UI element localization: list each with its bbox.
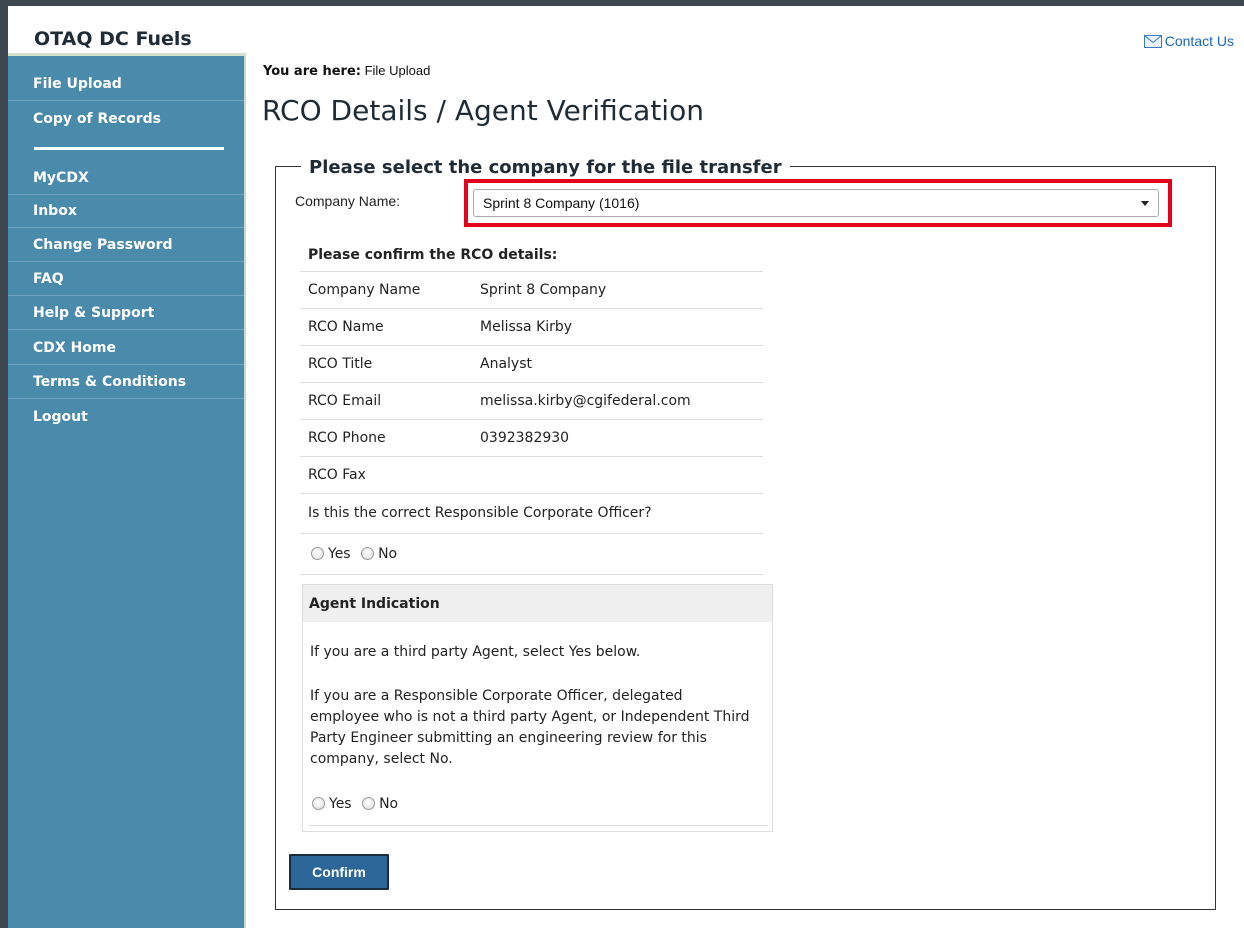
rco-label: RCO Email: [308, 393, 382, 409]
sidebar-item-logout[interactable]: Logout: [8, 401, 244, 434]
rco-heading-row: [300, 237, 763, 272]
sidebar-item-cdx-home[interactable]: CDX Home: [8, 332, 244, 365]
rco-label: Company Name: [308, 282, 421, 298]
agent-text-no: If you are a Responsible Corporate Offic…: [310, 688, 750, 767]
sidebar-divider: [34, 147, 224, 150]
company-select[interactable]: Sprint 8 Company (1016): [473, 189, 1159, 217]
rco-label: RCO Phone: [308, 430, 386, 446]
agent-radios: Yes No: [312, 796, 404, 812]
agent-no-label: No: [379, 796, 399, 812]
sidebar-item-faq[interactable]: FAQ: [8, 263, 244, 296]
company-name-label: Company Name:: [295, 193, 401, 209]
app-window: OTAQ DC Fuels File Upload Copy of Record…: [8, 6, 1244, 928]
agent-no-radio[interactable]: [362, 797, 376, 810]
rco-label: RCO Name: [308, 319, 384, 335]
agent-indication-panel: Agent Indication If you are a third part…: [302, 584, 773, 832]
rco-no-label: No: [378, 546, 398, 562]
breadcrumb-prefix: You are here: [263, 64, 356, 79]
rco-value: Analyst: [480, 356, 532, 372]
agent-yes-label: Yes: [329, 796, 352, 812]
rco-row-fax: RCO Fax: [300, 457, 763, 494]
agent-text-yes: If you are a third party Agent, select Y…: [310, 644, 641, 660]
breadcrumb-current: File Upload: [364, 63, 431, 78]
contact-us-label: Contact Us: [1164, 33, 1234, 49]
rco-label: RCO Fax: [308, 467, 366, 483]
rco-row-email: RCO Email melissa.kirby@cgifederal.com: [300, 383, 763, 420]
sidebar-item-copy-of-records[interactable]: Copy of Records: [8, 103, 244, 136]
rco-yes-radio[interactable]: [311, 547, 324, 560]
agent-yes-radio[interactable]: [312, 797, 325, 810]
rco-yes-label: Yes: [328, 546, 351, 562]
rco-question: Is this the correct Responsible Corporat…: [308, 505, 652, 521]
rco-value: Melissa Kirby: [480, 319, 573, 335]
rco-value: Sprint 8 Company: [480, 282, 607, 298]
sidebar-item-help-support[interactable]: Help & Support: [8, 297, 244, 330]
rco-row-question: Is this the correct Responsible Corporat…: [300, 494, 763, 534]
dropdown-arrow-icon: [1141, 201, 1149, 206]
sidebar-item-change-password[interactable]: Change Password: [8, 229, 244, 262]
sidebar-item-mycdx[interactable]: MyCDX: [8, 162, 244, 195]
sidebar-item-terms-conditions[interactable]: Terms & Conditions: [8, 366, 244, 399]
breadcrumb: You are here: File Upload: [263, 63, 431, 79]
contact-us-link[interactable]: Contact Us: [1143, 33, 1234, 49]
rco-no-radio[interactable]: [361, 547, 375, 560]
confirm-button[interactable]: Confirm: [289, 854, 389, 890]
rco-row-name: RCO Name Melissa Kirby: [300, 309, 763, 346]
sidebar: OTAQ DC Fuels File Upload Copy of Record…: [8, 6, 246, 928]
rco-value: melissa.kirby@cgifederal.com: [480, 393, 691, 409]
rco-confirm-radios: Yes No: [311, 546, 403, 562]
sidebar-item-inbox[interactable]: Inbox: [8, 195, 244, 228]
rco-row-phone: RCO Phone 0392382930: [300, 420, 763, 457]
rco-row-company: Company Name Sprint 8 Company: [300, 272, 763, 309]
agent-divider: [309, 825, 768, 826]
agent-header: Agent Indication: [303, 585, 772, 622]
page-title: RCO Details / Agent Verification: [262, 94, 704, 127]
fieldset-legend: Please select the company for the file t…: [301, 156, 790, 180]
rco-value: 0392382930: [480, 430, 570, 446]
rco-label: RCO Title: [308, 356, 373, 372]
rco-row-title: RCO Title Analyst: [300, 346, 763, 383]
mail-icon: [1143, 34, 1162, 48]
company-select-value: Sprint 8 Company (1016): [483, 195, 640, 211]
app-title: OTAQ DC Fuels: [8, 6, 246, 56]
sidebar-item-file-upload[interactable]: File Upload: [8, 68, 244, 101]
